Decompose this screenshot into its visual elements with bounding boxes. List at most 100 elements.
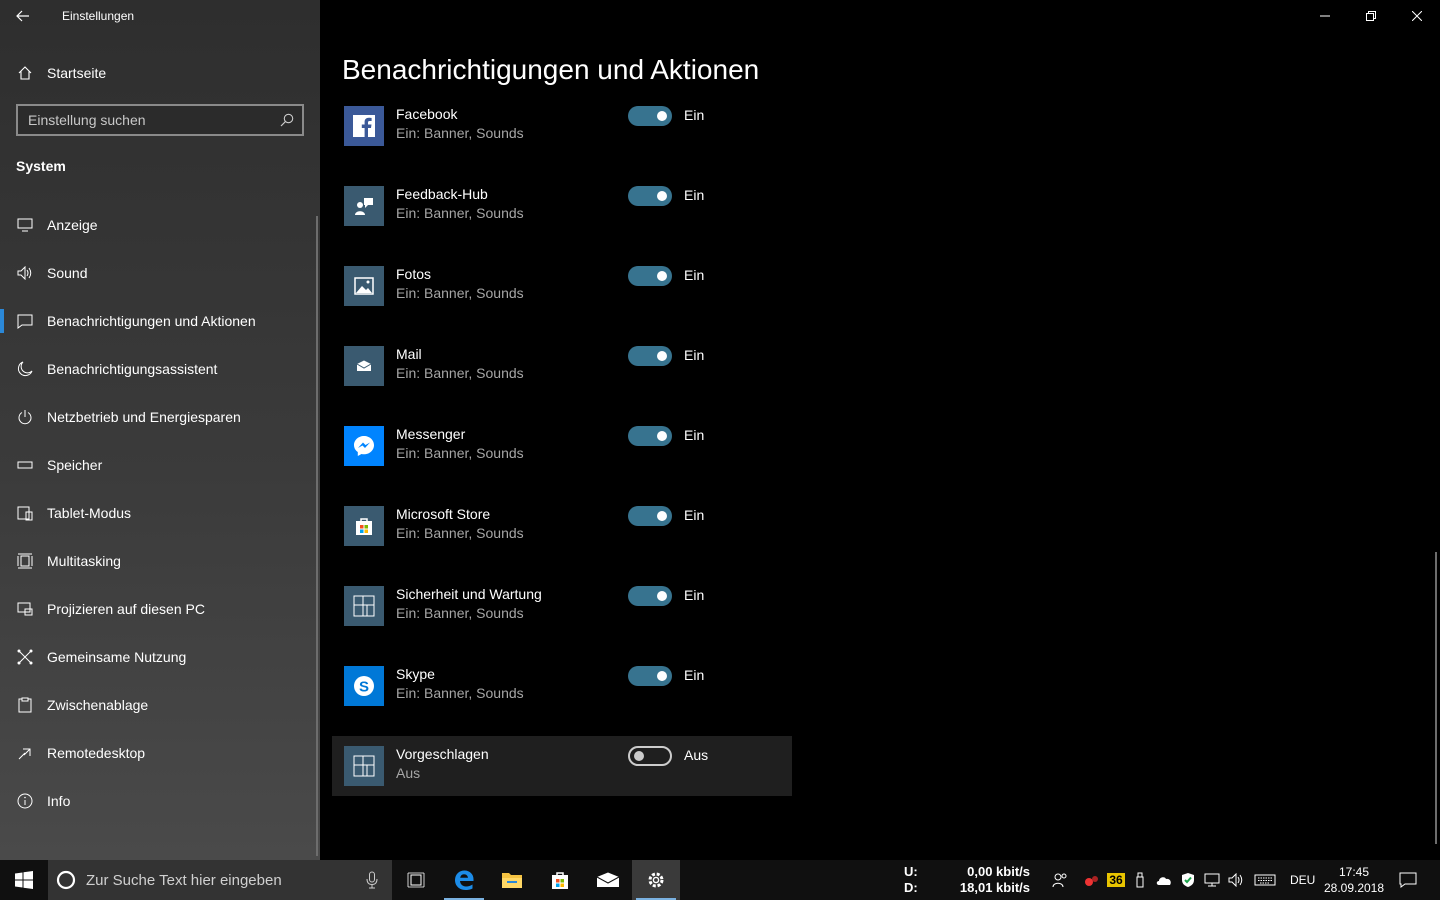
app-name: Microsoft Store [396,506,491,522]
onedrive-icon[interactable] [1152,860,1176,900]
sidebar-scrollbar[interactable] [316,216,318,856]
notification-toggle[interactable] [628,666,672,686]
start-button[interactable] [0,860,48,900]
app-status: Ein: Banner, Sounds [396,125,524,141]
settings-search[interactable] [16,104,304,136]
restore-button[interactable] [1348,0,1394,32]
mail-button[interactable] [584,860,632,900]
main-content: Benachrichtigungen und Aktionen Facebook… [320,0,1440,860]
power-icon [16,409,34,425]
edge-button[interactable] [440,860,488,900]
nav-list: Anzeige Sound Benachrichtigungen und Akt… [0,201,320,825]
sidebar-item-benachrichtigungsassistent[interactable]: Benachrichtigungsassistent [0,345,320,393]
volume-icon[interactable] [1224,860,1248,900]
sidebar-item-speicher[interactable]: Speicher [0,441,320,489]
app-name: Facebook [396,106,458,122]
store-button[interactable] [536,860,584,900]
network-icon[interactable] [1200,860,1224,900]
tray-badge-icon[interactable]: 36 [1104,860,1128,900]
notification-toggle[interactable] [628,266,672,286]
task-view-button[interactable] [392,860,440,900]
feedback-hub-icon [344,186,384,226]
home-link[interactable]: Startseite [0,56,320,90]
sidebar-item-tablet-modus[interactable]: Tablet-Modus [0,489,320,537]
app-status: Ein: Banner, Sounds [396,525,524,541]
sidebar-item-netzbetrieb[interactable]: Netzbetrieb und Energiesparen [0,393,320,441]
search-icon[interactable] [280,113,294,127]
notification-toggle[interactable] [628,186,672,206]
home-icon [17,65,33,81]
sidebar-item-sound[interactable]: Sound [0,249,320,297]
app-row-messenger[interactable]: Messenger Ein: Banner, Sounds Ein [332,416,792,476]
app-row-sicherheit-und-wartung[interactable]: Sicherheit und Wartung Ein: Banner, Soun… [332,576,792,636]
section-title: System [16,158,66,174]
sidebar-item-zwischenablage[interactable]: Zwischenablage [0,681,320,729]
language-indicator[interactable]: DEU [1290,873,1315,887]
moon-icon [16,361,34,377]
sidebar-item-projizieren[interactable]: Projizieren auf diesen PC [0,585,320,633]
settings-button[interactable] [632,860,680,900]
main-scrollbar[interactable] [1435,552,1437,844]
restore-icon [1366,11,1376,21]
sidebar-item-remotedesktop[interactable]: Remotedesktop [0,729,320,777]
back-button[interactable] [0,0,46,32]
app-name: Sicherheit und Wartung [396,586,542,602]
sidebar-item-label: Benachrichtigungen und Aktionen [47,313,256,329]
people-icon[interactable] [1048,860,1072,900]
app-status: Ein: Banner, Sounds [396,445,524,461]
sidebar-item-label: Speicher [47,457,103,473]
minimize-button[interactable] [1302,0,1348,32]
project-icon [16,601,34,617]
search-input[interactable] [28,112,268,128]
display-icon [16,218,34,232]
toggle-state-label: Ein [684,187,705,203]
clock-date: 28.09.2018 [1323,881,1385,895]
security-icon [344,586,384,626]
remote-icon [16,745,34,761]
notification-toggle[interactable] [628,586,672,606]
network-speed-labels: U: D: [904,864,918,896]
notification-toggle[interactable] [628,106,672,126]
app-row-microsoft-store[interactable]: Microsoft Store Ein: Banner, Sounds Ein [332,496,792,556]
app-row-fotos[interactable]: Fotos Ein: Banner, Sounds Ein [332,256,792,316]
net-down-value: 18,01 kbit/s [959,880,1030,895]
sidebar-item-label: Benachrichtigungsassistent [47,361,218,377]
store-icon [344,506,384,546]
app-row-skype[interactable]: S Skype Ein: Banner, Sounds Ein [332,656,792,716]
microphone-icon[interactable] [366,871,378,889]
keyboard-icon[interactable] [1248,860,1282,900]
clock[interactable]: 17:45 28.09.2018 [1322,864,1386,896]
system-tray: 36 [1048,860,1282,900]
sidebar-item-anzeige[interactable]: Anzeige [0,201,320,249]
sidebar-item-gemeinsame-nutzung[interactable]: Gemeinsame Nutzung [0,633,320,681]
tray-app-icon[interactable] [1080,860,1104,900]
close-button[interactable] [1394,0,1440,32]
usb-icon[interactable] [1128,860,1152,900]
app-row-feedback-hub[interactable]: Feedback-Hub Ein: Banner, Sounds Ein [332,176,792,236]
photos-icon [344,266,384,306]
action-center-button[interactable] [1392,860,1424,900]
app-row-facebook[interactable]: Facebook Ein: Banner, Sounds Ein [332,96,792,156]
taskbar-search[interactable]: Zur Suche Text hier eingeben [48,860,392,900]
sidebar-item-label: Multitasking [47,553,121,569]
minimize-icon [1320,15,1330,17]
messenger-icon [344,426,384,466]
taskbar: Zur Suche Text hier eingeben U: D: 0,00 … [0,860,1440,900]
toggle-state-label: Ein [684,107,705,123]
sidebar-item-multitasking[interactable]: Multitasking [0,537,320,585]
notification-toggle[interactable] [628,346,672,366]
defender-icon[interactable] [1176,860,1200,900]
app-row-vorgeschlagen[interactable]: Vorgeschlagen Aus Aus [332,736,792,796]
sidebar-item-info[interactable]: Info [0,777,320,825]
app-row-mail[interactable]: Mail Ein: Banner, Sounds Ein [332,336,792,396]
notification-toggle[interactable] [628,506,672,526]
window-controls [1302,0,1440,32]
clipboard-icon [16,697,34,713]
file-explorer-button[interactable] [488,860,536,900]
sidebar-item-benachrichtigungen[interactable]: Benachrichtigungen und Aktionen [0,297,320,345]
tablet-icon [16,505,34,521]
notification-icon [16,314,34,329]
sidebar-item-label: Projizieren auf diesen PC [47,601,205,617]
notification-toggle[interactable] [628,746,672,766]
notification-toggle[interactable] [628,426,672,446]
